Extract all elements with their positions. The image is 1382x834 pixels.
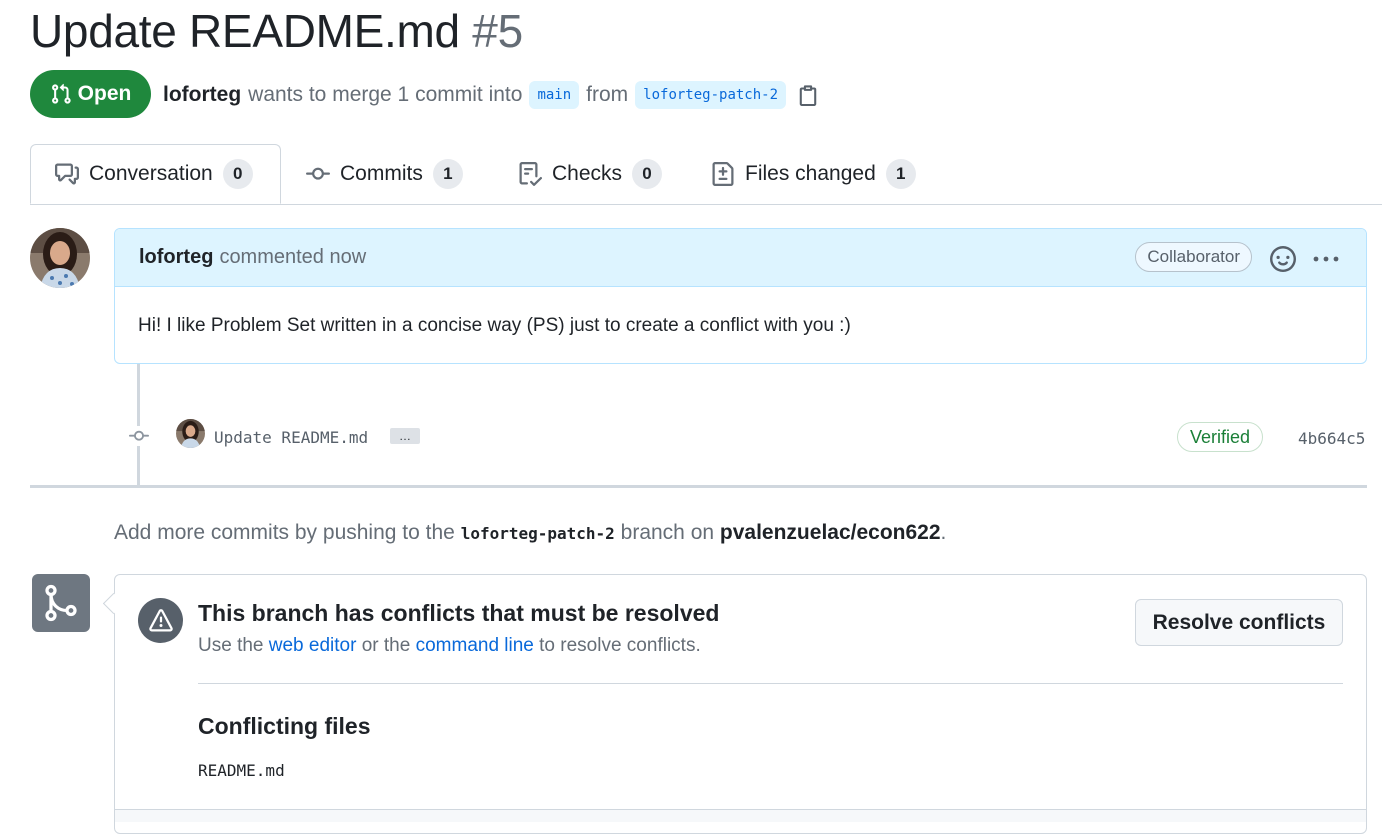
tab-checks-label: Checks — [552, 162, 623, 185]
comment-box: loforteg commented now Collaborator Hi! … — [114, 228, 1367, 364]
tab-commits[interactable]: Commits 1 — [306, 144, 463, 204]
tab-checks[interactable]: Checks 0 — [518, 144, 663, 204]
avatar[interactable] — [30, 228, 90, 288]
web-editor-link[interactable]: web editor — [269, 635, 357, 656]
tab-conversation-count: 0 — [222, 159, 253, 189]
git-commit-icon — [306, 167, 330, 180]
alert-icon — [138, 598, 183, 643]
tab-commits-label: Commits — [340, 162, 423, 185]
commit-sha-link[interactable]: 4b664c5 — [1298, 429, 1365, 448]
resolve-conflicts-button[interactable]: Resolve conflicts — [1135, 599, 1343, 646]
git-merge-icon — [32, 574, 90, 632]
comment-timestamp[interactable]: commented now — [219, 246, 366, 269]
tab-conversation-label: Conversation — [89, 162, 213, 185]
comment-header: loforteg commented now Collaborator — [115, 229, 1366, 287]
timeline-line — [137, 364, 140, 486]
push-hint: Add more commits by pushing to the lofor… — [114, 521, 946, 545]
tab-files-changed[interactable]: Files changed 1 — [711, 144, 916, 204]
conflict-desc-prefix: Use the — [198, 635, 264, 656]
timeline-divider — [30, 485, 1367, 488]
git-pull-request-icon — [51, 83, 71, 104]
tab-commits-count: 1 — [432, 159, 463, 189]
pr-author-link[interactable]: loforteg — [163, 83, 241, 107]
conflict-desc-middle: or the — [361, 635, 411, 656]
pr-state-badge: Open — [30, 70, 151, 118]
pr-from-text: from — [586, 83, 629, 106]
conflicting-files-title: Conflicting files — [198, 713, 371, 739]
conflicting-file-item: README.md — [198, 761, 285, 780]
pr-state-label: Open — [77, 82, 132, 105]
push-hint-prefix: Add more commits by pushing to the — [114, 521, 455, 544]
commit-author-avatar[interactable] — [176, 419, 205, 448]
comment-author[interactable]: loforteg — [139, 246, 213, 269]
merge-footer-strip — [115, 810, 1366, 822]
pr-number: #5 — [472, 5, 523, 57]
git-commit-icon — [127, 426, 151, 446]
pr-title: Update README.md #5 — [30, 4, 523, 58]
pr-title-text: Update README.md — [30, 5, 460, 57]
verified-badge[interactable]: Verified — [1177, 422, 1264, 452]
pr-tabs: Conversation 0 Commits 1 Checks 0 Files … — [30, 144, 1382, 205]
checklist-icon — [519, 162, 542, 186]
push-hint-middle: branch on — [620, 521, 715, 544]
comment-discussion-icon — [55, 163, 79, 185]
base-branch[interactable]: main — [529, 81, 580, 109]
push-hint-repo[interactable]: pvalenzuelac/econ622 — [720, 521, 941, 544]
conflict-description: Use the web editor or the command line t… — [198, 635, 701, 657]
collaborator-badge: Collaborator — [1135, 242, 1252, 272]
command-line-link[interactable]: command line — [416, 635, 534, 656]
smiley-icon[interactable] — [1270, 246, 1296, 272]
file-diff-icon — [712, 162, 734, 186]
conflict-desc-suffix: to resolve conflicts. — [539, 635, 701, 656]
tab-files-changed-label: Files changed — [745, 162, 876, 185]
push-hint-suffix: . — [940, 521, 947, 544]
pr-merge-text: wants to merge 1 commit into — [248, 83, 523, 106]
commit-message-link[interactable]: Update README.md — [214, 428, 368, 447]
push-hint-branch: loforteg-patch-2 — [460, 524, 615, 543]
expand-commit-button[interactable]: … — [390, 428, 420, 444]
tab-checks-count: 0 — [632, 159, 663, 189]
tab-conversation[interactable]: Conversation 0 — [30, 144, 281, 204]
tab-files-changed-count: 1 — [885, 159, 916, 189]
pr-meta: loforteg wants to merge 1 commit into ma… — [163, 81, 819, 109]
kebab-horizontal-icon[interactable] — [1312, 246, 1340, 272]
conflict-title: This branch has conflicts that must be r… — [198, 600, 720, 626]
head-branch[interactable]: loforteg-patch-2 — [635, 81, 787, 109]
comment-body: Hi! I like Problem Set written in a conc… — [138, 315, 851, 336]
merge-divider — [198, 683, 1343, 684]
copy-branch-icon[interactable] — [797, 83, 819, 107]
